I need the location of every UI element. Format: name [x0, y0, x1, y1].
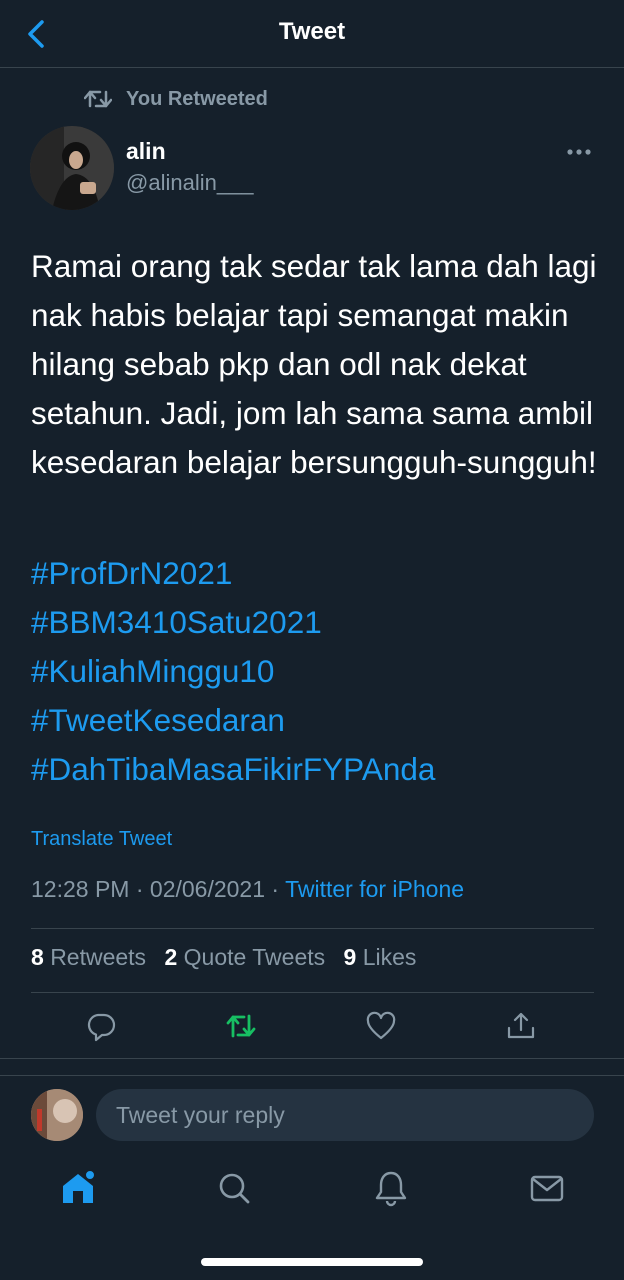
translate-tweet-link[interactable]: Translate Tweet [31, 828, 172, 851]
search-icon[interactable] [214, 1168, 254, 1208]
retweets-count: 8 [31, 944, 44, 970]
reply-input[interactable]: Tweet your reply [96, 1089, 594, 1141]
share-icon[interactable] [505, 1010, 537, 1042]
tweet-metadata: 12:28 PM · 02/06/2021 · Twitter for iPho… [31, 876, 464, 903]
tweet-client-link[interactable]: Twitter for iPhone [285, 876, 464, 902]
divider [31, 992, 594, 993]
tweet-stats: 8 Retweets 2 Quote Tweets 9 Likes [31, 944, 416, 971]
home-icon[interactable] [58, 1168, 98, 1208]
reply-placeholder: Tweet your reply [116, 1102, 285, 1128]
hashtag-link[interactable]: #TweetKesedaran [31, 696, 435, 745]
retweet-banner-label: You Retweeted [126, 87, 268, 110]
hashtag-link[interactable]: #KuliahMinggu10 [31, 647, 435, 696]
header-bar: Tweet [0, 0, 624, 68]
divider [0, 1075, 624, 1076]
meta-separator: · [135, 876, 144, 902]
retweet-icon [84, 90, 112, 108]
reply-avatar [31, 1089, 83, 1141]
reply-avatar-image [31, 1089, 83, 1141]
more-options-icon[interactable] [566, 142, 592, 162]
quotes-count: 2 [164, 944, 178, 970]
like-icon[interactable] [365, 1010, 397, 1042]
hashtag-list: #ProfDrN2021 #BBM3410Satu2021 #KuliahMin… [31, 549, 435, 794]
retweet-banner: You Retweeted [84, 84, 268, 114]
likes-count: 9 [343, 944, 357, 970]
hashtag-link[interactable]: #BBM3410Satu2021 [31, 598, 435, 647]
meta-separator: · [271, 876, 280, 902]
likes-label: Likes [362, 944, 417, 970]
hashtag-link[interactable]: #DahTibaMasaFikirFYPAnda [31, 745, 435, 794]
tweet-text: Ramai orang tak sedar tak lama dah lagi … [31, 248, 597, 480]
home-indicator[interactable] [201, 1258, 423, 1266]
notifications-icon[interactable] [371, 1168, 411, 1208]
tweet-date: 02/06/2021 [149, 876, 266, 902]
author-handle[interactable]: @alinalin___ [126, 170, 254, 196]
quotes-label: Quote Tweets [183, 944, 326, 970]
reply-icon[interactable] [85, 1010, 117, 1042]
retweets-stat[interactable]: 8 Retweets [31, 944, 146, 970]
hashtag-link[interactable]: #ProfDrN2021 [31, 549, 435, 598]
author-name[interactable]: alin [126, 138, 166, 165]
retweet-icon[interactable] [225, 1010, 257, 1042]
divider [0, 1058, 624, 1059]
quotes-stat[interactable]: 2 Quote Tweets [164, 944, 325, 970]
divider [31, 928, 594, 929]
avatar-image [30, 126, 114, 210]
retweets-label: Retweets [50, 944, 147, 970]
page-title: Tweet [278, 18, 346, 45]
likes-stat[interactable]: 9 Likes [344, 944, 417, 970]
tweet-time: 12:28 PM [31, 876, 130, 902]
avatar[interactable] [30, 126, 114, 210]
messages-icon[interactable] [527, 1168, 567, 1208]
